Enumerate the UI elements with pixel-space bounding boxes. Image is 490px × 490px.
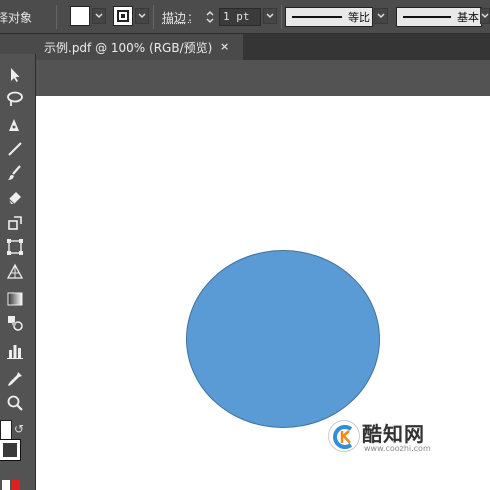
profile-line-preview: [292, 16, 342, 18]
profile-label: 等比: [348, 11, 370, 24]
stroke-color-indicator[interactable]: [0, 439, 21, 461]
fill-dropdown-chevron-icon[interactable]: [92, 8, 106, 24]
lasso-icon[interactable]: [4, 88, 26, 110]
close-tab-icon[interactable]: ×: [220, 40, 229, 53]
screen-mode-icon[interactable]: [12, 480, 20, 490]
watermark-url: www.coozhi.com: [364, 444, 431, 453]
variable-width-profile[interactable]: 等比: [285, 7, 373, 27]
free-transform-icon[interactable]: [4, 236, 26, 258]
zoom-icon[interactable]: [4, 392, 26, 414]
brush-definition[interactable]: 基本: [396, 7, 482, 27]
swap-fill-stroke-icon[interactable]: ↺: [14, 422, 24, 436]
line-segment-icon[interactable]: [4, 138, 26, 160]
divider: [281, 5, 282, 29]
perspective-grid-icon[interactable]: [4, 260, 26, 282]
stroke-weight-chevron-icon[interactable]: [263, 8, 277, 24]
stroke-weight-spinner[interactable]: [203, 8, 217, 26]
profile-chevron-icon[interactable]: [374, 8, 388, 24]
tools-panel: ↺: [0, 34, 36, 490]
eraser-icon[interactable]: [4, 186, 26, 208]
brush-line-preview: [403, 16, 451, 18]
watermark-logo-icon: [328, 420, 360, 452]
control-bar: 择对象 描边: 1 pt 等比 基本: [0, 0, 490, 34]
column-graph-icon[interactable]: [4, 340, 26, 362]
stroke-dropdown-chevron-icon[interactable]: [135, 8, 149, 24]
divider: [56, 5, 57, 29]
pen-icon[interactable]: [4, 114, 26, 136]
fill-color-indicator[interactable]: [0, 420, 12, 442]
brush-chevron-icon[interactable]: [480, 8, 490, 24]
stroke-weight-input[interactable]: 1 pt: [219, 8, 261, 26]
stroke-weight-label[interactable]: 描边:: [162, 0, 192, 34]
divider: [153, 5, 154, 29]
blue-circle-shape[interactable]: [186, 250, 380, 428]
toolbar-grip[interactable]: [0, 34, 36, 54]
eyedropper-icon[interactable]: [4, 368, 26, 390]
rotate-icon[interactable]: [4, 212, 26, 234]
stroke-color-swatch[interactable]: [113, 6, 133, 26]
gradient-icon[interactable]: [4, 288, 26, 310]
watermark: 酷知网 www.coozhi.com: [318, 412, 478, 462]
blend-icon[interactable]: [4, 312, 26, 334]
document-tab-bar: 示例.pdf @ 100% (RGB/预览) ×: [36, 34, 490, 60]
brush-label: 基本: [457, 11, 479, 24]
draw-mode-icon[interactable]: [2, 480, 10, 490]
document-tab[interactable]: 示例.pdf @ 100% (RGB/预览) ×: [36, 34, 243, 60]
paintbrush-icon[interactable]: [4, 162, 26, 184]
document-tab-title: 示例.pdf @ 100% (RGB/预览): [44, 40, 213, 55]
selection-status-label: 择对象: [0, 10, 33, 25]
selection-arrow-icon[interactable]: [4, 64, 26, 86]
watermark-title: 酷知网: [362, 422, 425, 446]
fill-color-swatch[interactable]: [70, 6, 90, 26]
